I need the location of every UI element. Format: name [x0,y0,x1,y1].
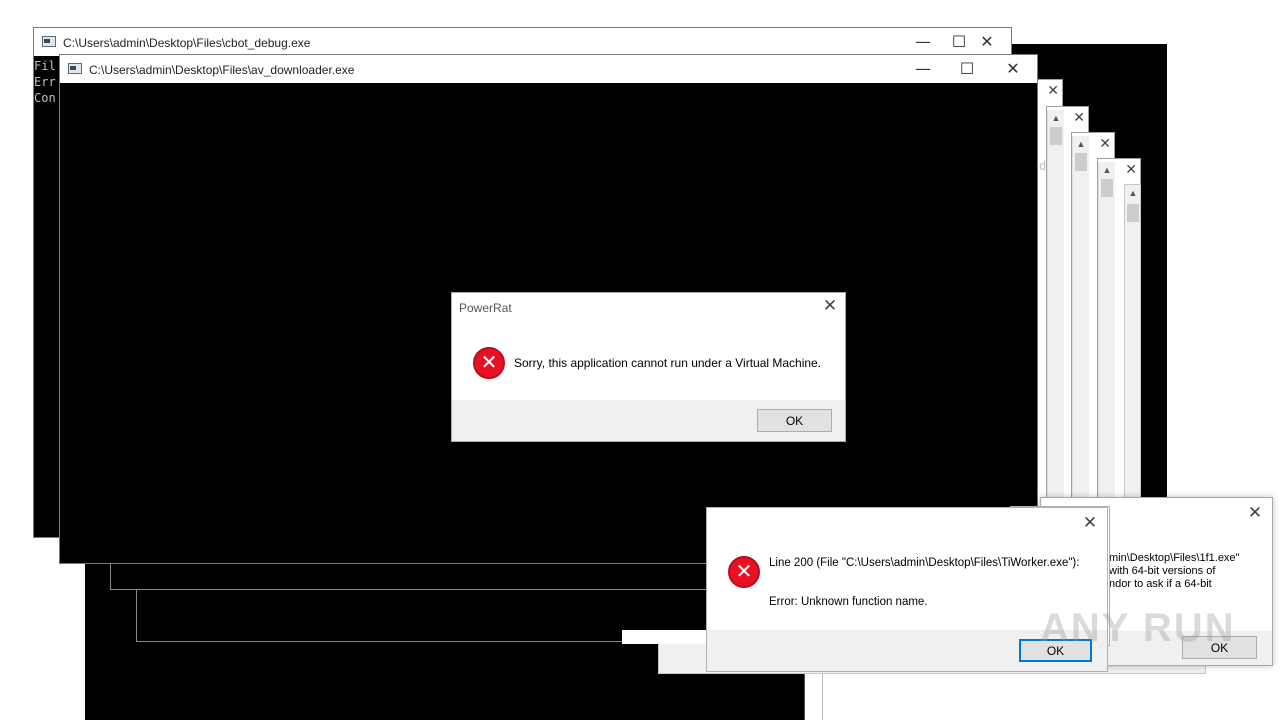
watermark-logo: ANY RUN [1040,606,1236,650]
close-icon[interactable]: ✕ [995,59,1031,79]
scrollbar[interactable]: ▲ [1072,136,1089,500]
stacked-panel-white [622,630,712,644]
title-bar[interactable]: C:\Users\admin\Desktop\Files\cbot_debug.… [34,28,1011,56]
dialog-message-line-1: min\Desktop\Files\1f1.exe" [1109,552,1240,564]
close-icon[interactable]: ✕ [1079,512,1101,534]
error-x-icon: ✕ [473,347,505,379]
scrollbar[interactable]: ▲ [1047,110,1064,504]
dialog-message: Sorry, this application cannot run under… [514,356,822,370]
close-icon[interactable]: ✕ [1073,110,1085,126]
window-title: C:\Users\admin\Desktop\Files\cbot_debug.… [63,36,311,50]
window-title: C:\Users\admin\Desktop\Files\av_download… [89,63,355,77]
chevron-up-icon[interactable]: ▲ [1073,136,1089,152]
console-app-icon [42,36,56,47]
close-icon[interactable]: ✕ [1244,502,1266,524]
scrollbar-thumb[interactable] [1075,153,1087,171]
stacked-console-line-1 [110,560,710,590]
chevron-up-icon[interactable]: ▲ [1048,110,1064,126]
chevron-up-icon[interactable]: ▲ [1099,162,1115,178]
minimize-icon[interactable]: — [905,32,941,52]
dialog-footer: OK [452,400,845,441]
close-icon[interactable]: ✕ [969,32,1005,52]
scrollbar-thumb[interactable] [1127,204,1139,222]
error-x-icon: ✕ [728,556,760,588]
maximize-icon[interactable]: ☐ [949,59,985,79]
ok-button[interactable]: OK [757,409,832,432]
scrollbar[interactable]: ▲ [1098,162,1115,500]
console-app-icon [68,63,82,74]
scrollbar-thumb[interactable] [1101,179,1113,197]
minimize-icon[interactable]: — [905,59,941,79]
close-icon[interactable]: ✕ [1125,162,1137,178]
close-icon[interactable]: ✕ [1047,83,1059,99]
dialog-message-line-1: Line 200 (File "C:\Users\admin\Desktop\F… [769,557,1080,569]
dialog-message-line-2: Error: Unknown function name. [769,596,928,608]
close-icon[interactable]: ✕ [819,295,841,317]
powerrat-dialog[interactable]: PowerRat ✕ ✕ Sorry, this application can… [451,292,846,442]
title-bar[interactable]: C:\Users\admin\Desktop\Files\av_download… [60,55,1037,83]
dialog-title: PowerRat [459,301,512,315]
chevron-up-icon[interactable]: ▲ [1125,185,1141,201]
dialog-message-line-3: ndor to ask if a 64-bit [1109,578,1212,590]
stacked-window-5-scrollbar[interactable]: ▲ [1124,184,1141,500]
dialog-message-line-2: with 64-bit versions of [1109,565,1216,577]
scrollbar-thumb[interactable] [1050,127,1062,145]
close-icon[interactable]: ✕ [1099,136,1111,152]
